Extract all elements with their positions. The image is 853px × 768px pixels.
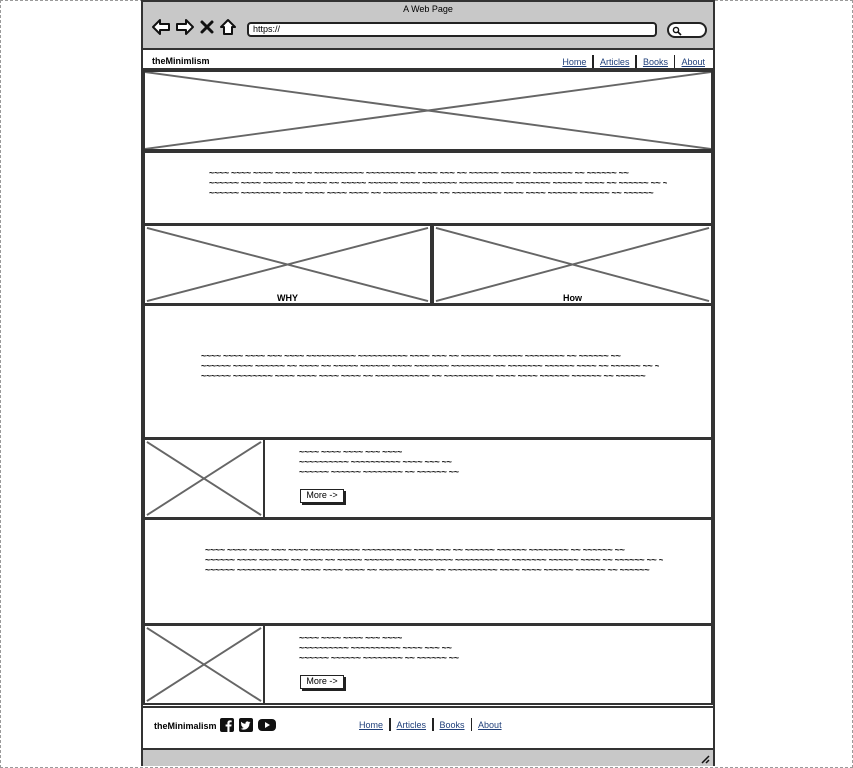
browser-titlebar: A Web Page https:// (143, 2, 713, 50)
facebook-icon[interactable] (220, 718, 234, 732)
nav-separator (592, 55, 594, 68)
text-line: ~~~~~~~~~~ ~~~~~~~~~~ ~~~~ ~~~ ~~ (299, 643, 452, 653)
close-icon[interactable] (199, 19, 215, 35)
text-line: ~~~~~~ ~~~~ ~~~~~~ ~~ ~~~~ ~~ ~~~~~ ~~~~… (209, 178, 667, 188)
card1-more-button[interactable]: More -> (300, 489, 344, 503)
browser-search-field[interactable] (667, 22, 707, 38)
card1-text: ~~~~ ~~~~ ~~~~ ~~~ ~~~~ ~~~~~~~~~~ ~~~~~… (299, 447, 469, 477)
text-line: ~~~~ ~~~~ ~~~~ ~~~ ~~~~ ~~~~~~~~~~ ~~~~~… (205, 545, 625, 555)
text-line: ~~~~~~ ~~~~~~~~ ~~~~ ~~~~ ~~~~ ~~~~ ~~ ~… (201, 371, 646, 381)
nav-home[interactable]: Home (562, 57, 586, 67)
footer-nav: Home Articles Books About (359, 718, 502, 731)
text-line: ~~~~~~ ~~~~ ~~~~~~ ~~ ~~~~ ~~ ~~~~~ ~~~~… (205, 555, 663, 565)
search-icon (672, 26, 682, 36)
forward-arrow-icon[interactable] (175, 18, 195, 36)
text-line: ~~~~ ~~~~ ~~~~ ~~~ ~~~~ (299, 633, 402, 643)
footer-nav-about[interactable]: About (478, 720, 502, 730)
section3-paragraph: ~~~~ ~~~~ ~~~~ ~~~ ~~~~ ~~~~~~~~~~ ~~~~~… (205, 545, 663, 575)
card1-image-placeholder (143, 438, 265, 519)
text-line: ~~~~ ~~~~ ~~~~ ~~~ ~~~~ ~~~~~~~~~~ ~~~~~… (209, 168, 629, 178)
text-line: ~~~~ ~~~~ ~~~~ ~~~ ~~~~ ~~~~~~~~~~ ~~~~~… (201, 351, 621, 361)
resize-grip-icon[interactable] (700, 754, 710, 764)
article-card-2: ~~~~ ~~~~ ~~~~ ~~~ ~~~~ ~~~~~~~~~~ ~~~~~… (143, 624, 713, 705)
youtube-icon[interactable] (258, 718, 276, 732)
card2-more-button[interactable]: More -> (300, 675, 344, 689)
how-caption: How (563, 293, 582, 303)
url-input[interactable]: https:// (247, 22, 657, 37)
site-header: theMinimlism Home Articles Books About (143, 50, 713, 70)
back-arrow-icon[interactable] (151, 18, 171, 36)
social-links (220, 718, 276, 732)
browser-statusbar (143, 750, 713, 766)
nav-separator (635, 55, 637, 68)
text-section-3: ~~~~ ~~~~ ~~~~ ~~~ ~~~~ ~~~~~~~~~~ ~~~~~… (143, 518, 713, 625)
home-icon[interactable] (219, 18, 237, 36)
text-line: ~~~~~~ ~~~~~~ ~~~~~~~~ ~~ ~~~~~~ ~~ (299, 653, 459, 663)
intro-section: ~~~~ ~~~~ ~~~~ ~~~ ~~~~ ~~~~~~~~~~ ~~~~~… (143, 151, 713, 225)
text-line: ~~~~ ~~~~ ~~~~ ~~~ ~~~~ (299, 447, 402, 457)
window-title: A Web Page (403, 4, 453, 14)
text-line: ~~~~~~ ~~~~ ~~~~~~ ~~ ~~~~ ~~ ~~~~~ ~~~~… (201, 361, 659, 371)
site-footer: theMinimalism Home Articles Books About (143, 706, 713, 750)
text-section-2: ~~~~ ~~~~ ~~~~ ~~~ ~~~~ ~~~~~~~~~~ ~~~~~… (143, 304, 713, 439)
footer-nav-books[interactable]: Books (440, 720, 465, 730)
intro-paragraph: ~~~~ ~~~~ ~~~~ ~~~ ~~~~ ~~~~~~~~~~ ~~~~~… (209, 168, 667, 198)
browser-window: A Web Page https:// theMinimlism Home Ar… (141, 0, 715, 766)
why-image-placeholder: WHY (143, 224, 432, 305)
nav-separator (673, 55, 676, 68)
text-line: ~~~~~~ ~~~~~~ ~~~~~~~~ ~~ ~~~~~~ ~~ (299, 467, 459, 477)
twitter-icon[interactable] (239, 718, 253, 732)
footer-nav-articles[interactable]: Articles (397, 720, 427, 730)
article-card-1: ~~~~ ~~~~ ~~~~ ~~~ ~~~~ ~~~~~~~~~~ ~~~~~… (143, 438, 713, 519)
nav-articles[interactable]: Articles (600, 57, 630, 67)
text-line: ~~~~~~ ~~~~~~~~ ~~~~ ~~~~ ~~~~ ~~~~ ~~ ~… (209, 188, 654, 198)
text-line: ~~~~~~~~~~ ~~~~~~~~~~ ~~~~ ~~~ ~~ (299, 457, 452, 467)
footer-brand[interactable]: theMinimalism (154, 721, 217, 731)
card2-text: ~~~~ ~~~~ ~~~~ ~~~ ~~~~ ~~~~~~~~~~ ~~~~~… (299, 633, 469, 663)
nav-separator (389, 718, 391, 731)
card2-image-placeholder (143, 624, 265, 705)
nav-separator (470, 718, 473, 731)
section2-paragraph: ~~~~ ~~~~ ~~~~ ~~~ ~~~~ ~~~~~~~~~~ ~~~~~… (201, 351, 659, 381)
site-brand[interactable]: theMinimlism (152, 56, 210, 66)
why-caption: WHY (277, 293, 298, 303)
nav-separator (432, 718, 434, 731)
text-line: ~~~~~~ ~~~~~~~~ ~~~~ ~~~~ ~~~~ ~~~~ ~~ ~… (205, 565, 650, 575)
how-image-placeholder: How (432, 224, 713, 305)
nav-about[interactable]: About (681, 57, 705, 67)
main-nav: Home Articles Books About (562, 55, 705, 68)
nav-books[interactable]: Books (643, 57, 668, 67)
footer-nav-home[interactable]: Home (359, 720, 383, 730)
hero-image-placeholder (143, 70, 713, 151)
